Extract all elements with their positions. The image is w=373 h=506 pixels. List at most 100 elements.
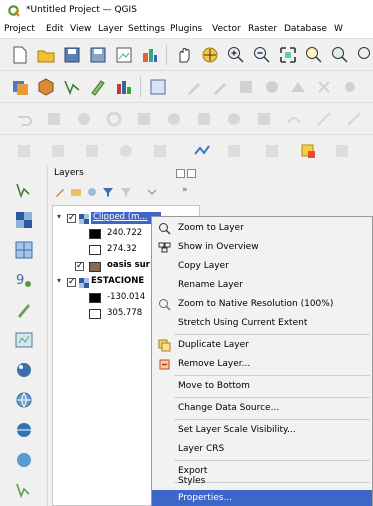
delete-part-icon[interactable] (224, 109, 244, 129)
fill-ring-icon[interactable] (164, 109, 184, 129)
menu-vector[interactable]: Vector (212, 24, 241, 34)
annotation-icon[interactable] (262, 141, 282, 161)
zoom-layer-icon[interactable] (330, 45, 350, 65)
menu-database[interactable]: Database (284, 24, 327, 34)
add-ring-icon[interactable] (104, 109, 124, 129)
add-raster-icon[interactable] (14, 210, 34, 230)
deselect-icon[interactable] (82, 141, 102, 161)
filter-legend-icon[interactable] (102, 186, 114, 198)
menu-item-remove-layer[interactable]: Remove Layer... (152, 355, 372, 374)
text-annotation-icon[interactable] (298, 141, 318, 161)
menu-item-zoom-to-layer[interactable]: Zoom to Layer (152, 219, 372, 238)
add-spatialite-icon[interactable] (14, 300, 34, 320)
zoom-selection-icon[interactable] (304, 45, 324, 65)
reshape-features-icon[interactable] (254, 109, 274, 129)
delete-ring-icon[interactable] (194, 109, 214, 129)
add-delimited-text-icon[interactable]: 9 (14, 270, 34, 290)
save-icon[interactable] (62, 45, 82, 65)
menu-item-copy-layer[interactable]: Copy Layer (152, 257, 372, 276)
menu-item-rename-layer[interactable]: Rename Layer (152, 276, 372, 295)
map-tips-icon[interactable] (332, 141, 352, 161)
menu-view[interactable]: View (70, 24, 91, 34)
data-source-manager-icon[interactable] (10, 77, 30, 97)
add-part-icon[interactable] (134, 109, 154, 129)
layer-visibility-checkbox[interactable] (75, 260, 84, 272)
style-manager-icon[interactable] (140, 45, 160, 65)
save-as-icon[interactable] (88, 45, 108, 65)
open-attribute-table-icon[interactable] (150, 141, 170, 161)
identify-icon[interactable] (116, 141, 136, 161)
menu-edit[interactable]: Edit (46, 24, 63, 34)
undo-icon[interactable] (14, 109, 34, 129)
add-virtual-layer-icon[interactable] (14, 330, 34, 350)
add-postgis-icon[interactable] (14, 360, 34, 380)
save-edits-icon[interactable] (236, 77, 256, 97)
layer-name[interactable]: ESTACIONE (91, 276, 144, 286)
print-layout-icon[interactable] (114, 45, 134, 65)
add-group-icon[interactable] (70, 186, 82, 198)
select-features-icon[interactable] (14, 141, 34, 161)
menu-item-layer-crs[interactable]: Layer CRS (152, 440, 372, 459)
offset-curve-icon[interactable] (284, 109, 304, 129)
menu-item-stretch-current-extent[interactable]: Stretch Using Current Extent (152, 314, 372, 333)
menu-item-zoom-native-resolution[interactable]: Zoom to Native Resolution (100%) (152, 295, 372, 314)
delete-selected-icon[interactable] (314, 77, 334, 97)
new-geopackage-icon[interactable] (36, 77, 56, 97)
open-layer-styling-icon[interactable] (54, 186, 66, 198)
menu-plugins[interactable]: Plugins (170, 24, 202, 34)
menu-item-change-data-source[interactable]: Change Data Source... (152, 399, 372, 418)
add-mesh-icon[interactable] (14, 240, 34, 260)
cut-features-icon[interactable] (340, 77, 360, 97)
collapse-arrow-icon[interactable]: ▾ (57, 276, 61, 285)
new-memory-layer-icon[interactable] (148, 77, 168, 97)
menu-item-set-scale-visibility[interactable]: Set Layer Scale Visibility... (152, 421, 372, 440)
add-vector-icon[interactable] (14, 180, 34, 200)
rotate-feature-icon[interactable] (44, 109, 64, 129)
measure-line-icon[interactable] (192, 141, 212, 161)
menu-item-duplicate-layer[interactable]: Duplicate Layer (152, 336, 372, 355)
layer-visibility-checkbox[interactable] (67, 212, 76, 224)
select-by-value-icon[interactable] (48, 141, 68, 161)
zoom-in-icon[interactable] (226, 45, 246, 65)
edit-layer-icon[interactable] (210, 77, 230, 97)
menu-item-styles[interactable]: Styles (152, 475, 372, 489)
add-wcs-icon[interactable] (14, 450, 34, 470)
vertex-tool-icon[interactable] (288, 77, 308, 97)
layer-name[interactable]: oasis sur (107, 260, 150, 270)
add-vector-layer-icon[interactable] (62, 77, 82, 97)
split-parts-icon[interactable] (344, 109, 364, 129)
pan-to-selection-icon[interactable] (200, 45, 220, 65)
collapse-arrow-icon[interactable]: ▾ (57, 212, 61, 221)
split-features-icon[interactable] (314, 109, 334, 129)
menu-item-show-in-overview[interactable]: Show in Overview (152, 238, 372, 257)
digitize-icon[interactable] (88, 77, 108, 97)
menu-raster[interactable]: Raster (248, 24, 277, 34)
add-geonode-icon[interactable] (14, 480, 34, 500)
layer-diagram-icon[interactable] (114, 77, 134, 97)
zoom-out-icon[interactable] (252, 45, 272, 65)
menu-project[interactable]: Project (4, 24, 35, 34)
filter-expression-icon[interactable] (120, 186, 132, 198)
simplify-feature-icon[interactable] (74, 109, 94, 129)
new-project-icon[interactable] (10, 45, 30, 65)
zoom-last-icon[interactable] (356, 45, 373, 65)
menu-settings[interactable]: Settings (128, 24, 165, 34)
menu-layer[interactable]: Layer (98, 24, 123, 34)
pencil-icon[interactable] (184, 77, 204, 97)
expand-all-icon[interactable] (146, 186, 158, 198)
menu-item-properties[interactable]: Properties... (152, 490, 372, 506)
menu-web[interactable]: W (334, 24, 343, 34)
add-wms-icon[interactable] (14, 390, 34, 410)
zoom-full-icon[interactable] (278, 45, 298, 65)
menu-item-move-to-bottom[interactable]: Move to Bottom (152, 377, 372, 396)
pan-hand-icon[interactable] (174, 45, 194, 65)
overflow-chevron-icon[interactable]: » (182, 185, 188, 195)
layer-visibility-checkbox[interactable] (67, 276, 76, 288)
manage-map-themes-icon[interactable] (86, 186, 98, 198)
float-panel-button[interactable] (176, 169, 185, 178)
statistical-summary-icon[interactable] (224, 141, 244, 161)
add-feature-icon[interactable] (262, 77, 282, 97)
close-panel-button[interactable] (187, 169, 196, 178)
open-folder-icon[interactable] (36, 45, 56, 65)
add-wfs-icon[interactable] (14, 420, 34, 440)
